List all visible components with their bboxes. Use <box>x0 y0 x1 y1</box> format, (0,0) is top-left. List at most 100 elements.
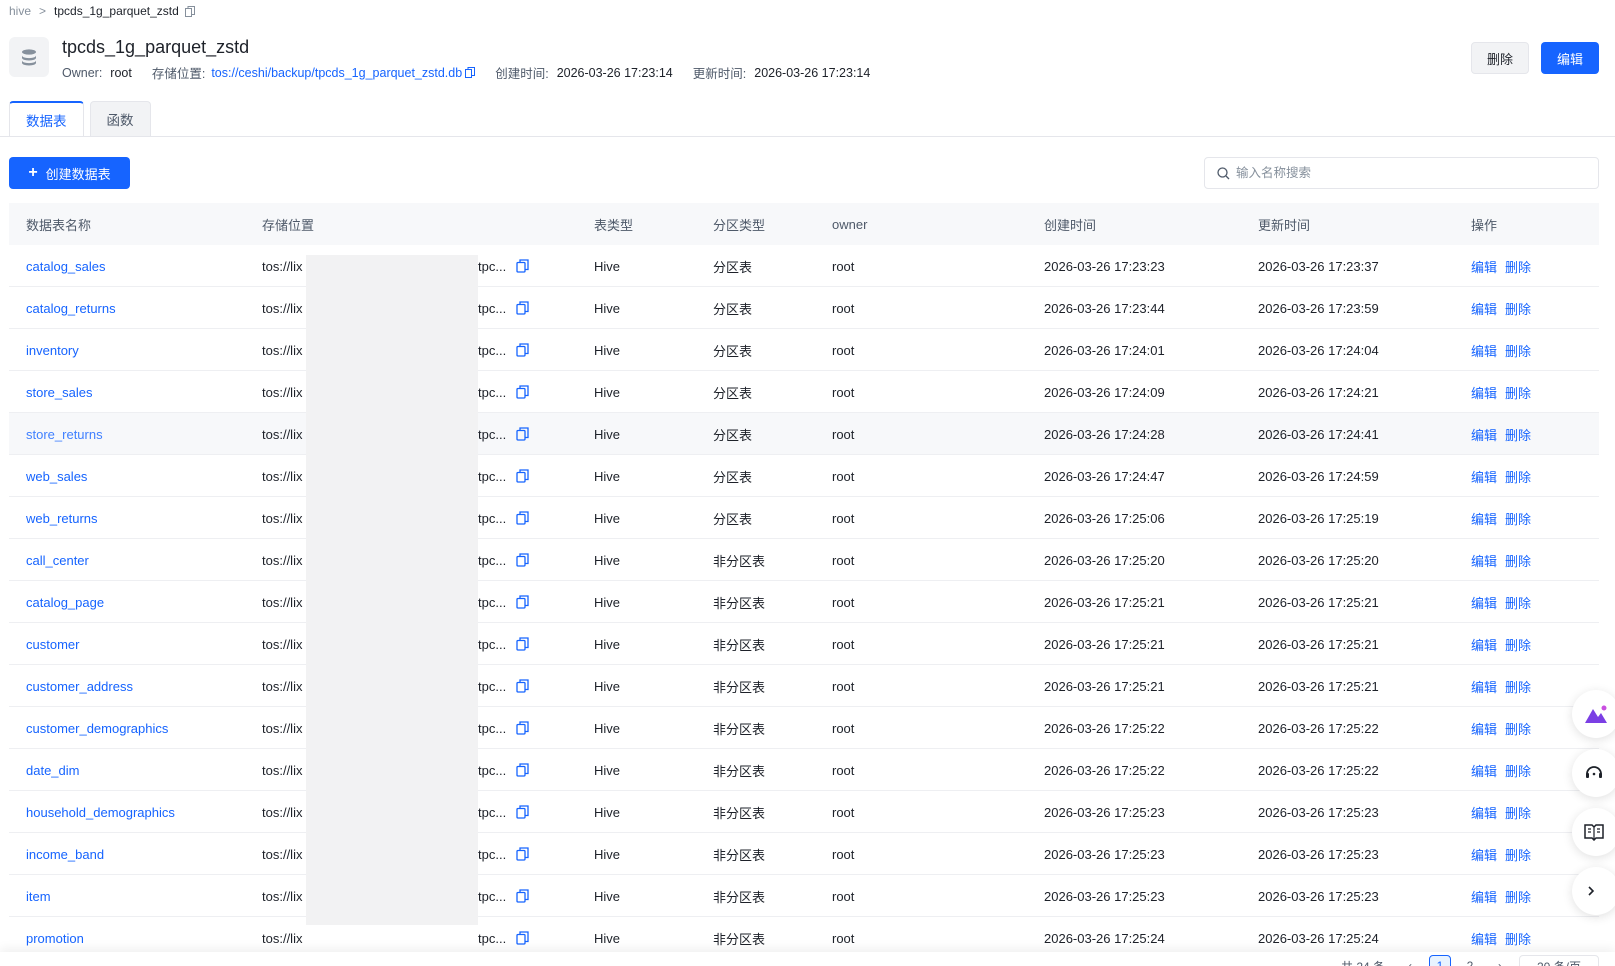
edit-table-link[interactable]: 编辑 <box>1471 635 1497 654</box>
ai-assistant-button[interactable] <box>1572 690 1615 738</box>
table-name-link[interactable]: web_sales <box>26 469 87 484</box>
table-name-link[interactable]: store_sales <box>26 385 92 400</box>
table-name-link[interactable]: household_demographics <box>26 805 175 820</box>
next-page-button[interactable]: › <box>1489 955 1511 966</box>
delete-database-button[interactable]: 删除 <box>1471 42 1529 74</box>
copy-location-icon[interactable] <box>516 385 529 399</box>
table-row: catalog_returns tos://lix tpc... Hive 分区表 roo… <box>9 287 1599 329</box>
table-name-link[interactable]: customer_demographics <box>26 721 168 736</box>
edit-table-link[interactable]: 编辑 <box>1471 593 1497 612</box>
location-link[interactable]: tos://ceshi/backup/tpcds_1g_parquet_zstd… <box>211 66 462 80</box>
page-2-button[interactable]: 2 <box>1459 955 1481 966</box>
table-row: catalog_page tos://lix tpc... Hive 非分区表 root 2… <box>9 581 1599 623</box>
copy-location-icon[interactable] <box>516 553 529 567</box>
edit-table-link[interactable]: 编辑 <box>1471 887 1497 906</box>
location-prefix: tos://lix <box>262 846 303 862</box>
copy-location-icon[interactable] <box>465 67 476 78</box>
copy-location-icon[interactable] <box>516 847 529 861</box>
tab-tables[interactable]: 数据表 <box>9 101 84 136</box>
delete-table-link[interactable]: 删除 <box>1505 509 1531 528</box>
support-button[interactable] <box>1572 749 1615 797</box>
docs-button[interactable] <box>1572 808 1615 856</box>
edit-table-link[interactable]: 编辑 <box>1471 341 1497 360</box>
table-name-link[interactable]: catalog_sales <box>26 259 106 274</box>
delete-table-link[interactable]: 删除 <box>1505 257 1531 276</box>
search-input[interactable] <box>1236 166 1576 180</box>
delete-table-link[interactable]: 删除 <box>1505 719 1531 738</box>
table-name-link[interactable]: customer <box>26 637 79 652</box>
edit-table-link[interactable]: 编辑 <box>1471 761 1497 780</box>
delete-table-link[interactable]: 删除 <box>1505 635 1531 654</box>
updated-time: 2026-03-26 17:25:22 <box>1258 720 1379 736</box>
copy-location-icon[interactable] <box>516 721 529 735</box>
table-name-link[interactable]: promotion <box>26 931 84 946</box>
copy-location-icon[interactable] <box>516 889 529 903</box>
updated-time: 2026-03-26 17:25:21 <box>1258 636 1379 652</box>
table-name-link[interactable]: inventory <box>26 343 79 358</box>
page-1-button[interactable]: 1 <box>1429 955 1451 966</box>
delete-table-link[interactable]: 删除 <box>1505 551 1531 570</box>
page-size-select[interactable]: 20 条/页 <box>1519 955 1599 966</box>
table-name-link[interactable]: date_dim <box>26 763 79 778</box>
delete-table-link[interactable]: 删除 <box>1505 425 1531 444</box>
edit-table-link[interactable]: 编辑 <box>1471 677 1497 696</box>
edit-table-link[interactable]: 编辑 <box>1471 803 1497 822</box>
copy-location-icon[interactable] <box>516 805 529 819</box>
edit-table-link[interactable]: 编辑 <box>1471 299 1497 318</box>
table-name-link[interactable]: call_center <box>26 553 89 568</box>
edit-table-link[interactable]: 编辑 <box>1471 509 1497 528</box>
create-table-button[interactable]: + 创建数据表 <box>9 157 130 189</box>
edit-table-link[interactable]: 编辑 <box>1471 929 1497 948</box>
table-name-link[interactable]: income_band <box>26 847 104 862</box>
owner-label: Owner: <box>62 65 103 80</box>
edit-table-link[interactable]: 编辑 <box>1471 551 1497 570</box>
search-box[interactable] <box>1204 157 1599 189</box>
copy-location-icon[interactable] <box>516 679 529 693</box>
edit-database-button[interactable]: 编辑 <box>1541 42 1599 74</box>
delete-table-link[interactable]: 删除 <box>1505 593 1531 612</box>
copy-location-icon[interactable] <box>516 637 529 651</box>
copy-location-icon[interactable] <box>516 469 529 483</box>
copy-location-icon[interactable] <box>516 301 529 315</box>
copy-location-icon[interactable] <box>516 427 529 441</box>
breadcrumb-root[interactable]: hive <box>9 4 31 18</box>
copy-location-icon[interactable] <box>516 259 529 273</box>
edit-table-link[interactable]: 编辑 <box>1471 257 1497 276</box>
copy-location-icon[interactable] <box>516 343 529 357</box>
edit-table-link[interactable]: 编辑 <box>1471 425 1497 444</box>
table-name-link[interactable]: catalog_page <box>26 595 104 610</box>
edit-table-link[interactable]: 编辑 <box>1471 467 1497 486</box>
copy-location-icon[interactable] <box>516 931 529 945</box>
edit-table-link[interactable]: 编辑 <box>1471 845 1497 864</box>
tab-functions[interactable]: 函数 <box>89 101 151 136</box>
plus-icon: + <box>28 164 38 181</box>
partition-type: 分区表 <box>713 511 753 527</box>
table-name-link[interactable]: catalog_returns <box>26 301 116 316</box>
table-name-link[interactable]: customer_address <box>26 679 133 694</box>
collapse-button[interactable] <box>1572 867 1615 915</box>
table-name-link[interactable]: web_returns <box>26 511 98 526</box>
prev-page-button[interactable]: ‹ <box>1399 955 1421 966</box>
column-header-partition: 分区类型 <box>713 217 766 233</box>
delete-table-link[interactable]: 删除 <box>1505 677 1531 696</box>
delete-table-link[interactable]: 删除 <box>1505 929 1531 948</box>
delete-table-link[interactable]: 删除 <box>1505 467 1531 486</box>
delete-table-link[interactable]: 删除 <box>1505 845 1531 864</box>
copy-location-icon[interactable] <box>516 511 529 525</box>
delete-table-link[interactable]: 删除 <box>1505 383 1531 402</box>
delete-table-link[interactable]: 删除 <box>1505 887 1531 906</box>
copy-location-icon[interactable] <box>516 595 529 609</box>
location-suffix: tpc... <box>478 552 507 568</box>
delete-table-link[interactable]: 删除 <box>1505 341 1531 360</box>
delete-table-link[interactable]: 删除 <box>1505 761 1531 780</box>
copy-location-icon[interactable] <box>516 763 529 777</box>
delete-table-link[interactable]: 删除 <box>1505 299 1531 318</box>
edit-table-link[interactable]: 编辑 <box>1471 719 1497 738</box>
copy-icon[interactable] <box>184 5 195 17</box>
table-name-link[interactable]: store_returns <box>26 427 103 442</box>
edit-table-link[interactable]: 编辑 <box>1471 383 1497 402</box>
location-suffix: tpc... <box>478 636 507 652</box>
table-name-link[interactable]: item <box>26 889 51 904</box>
pagination-total: 共 24 条 <box>1335 955 1391 966</box>
delete-table-link[interactable]: 删除 <box>1505 803 1531 822</box>
